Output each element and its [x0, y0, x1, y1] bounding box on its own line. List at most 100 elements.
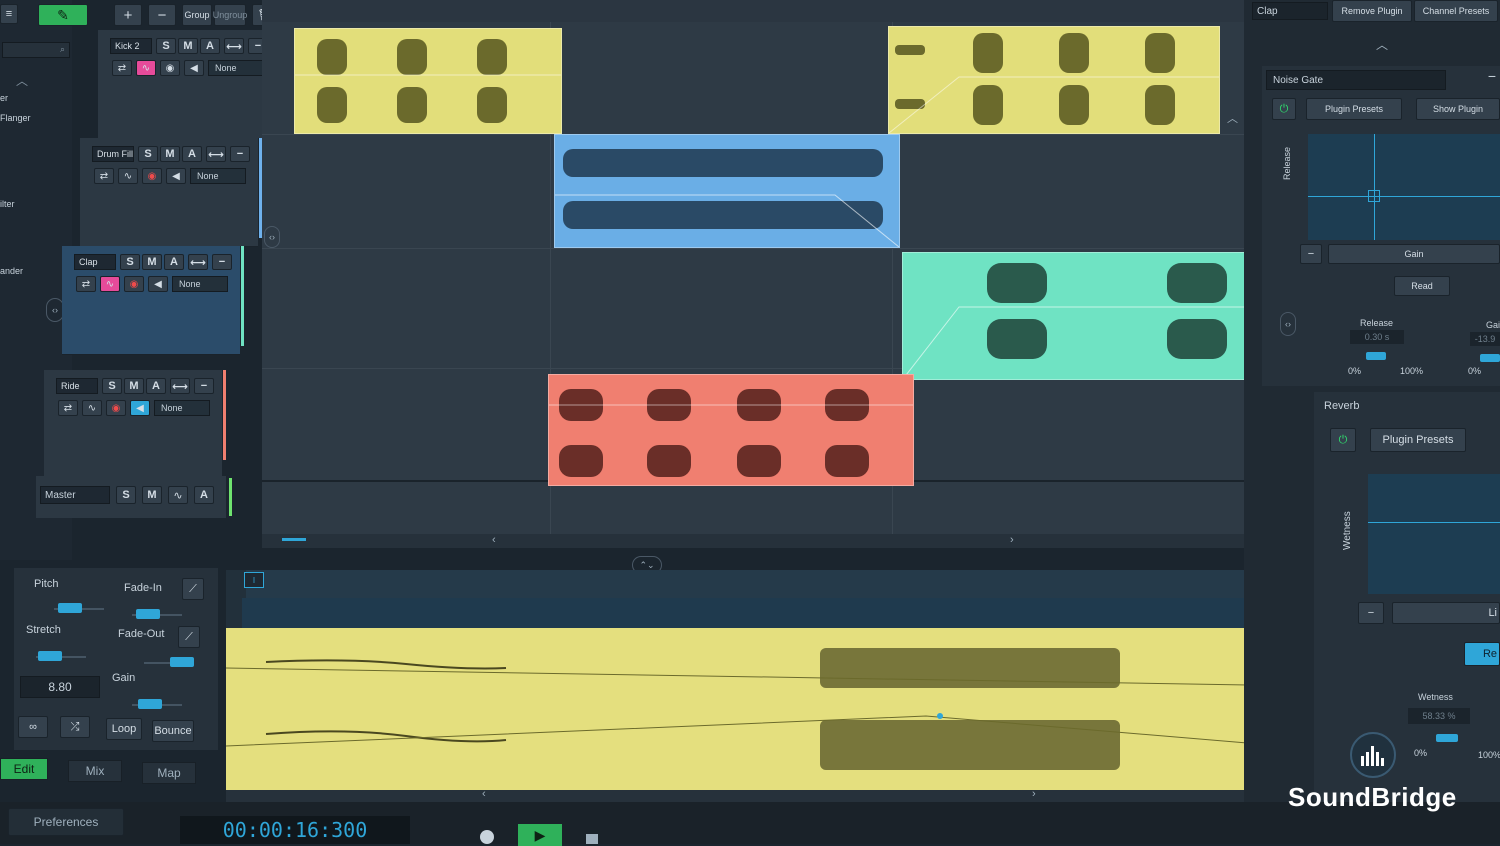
link-icon[interactable]: ∞: [18, 716, 48, 738]
loop-start-marker[interactable]: I: [244, 572, 264, 588]
tab-mix[interactable]: Mix: [68, 760, 122, 782]
track-header[interactable]: Kick 2 S M A ⟷ − ⇄ ∿ ◉ ◀ None: [98, 30, 280, 139]
edit-tool-button[interactable]: ✎: [38, 4, 88, 26]
tab-edit[interactable]: Edit: [0, 758, 48, 780]
input-icon[interactable]: ⇄: [58, 400, 78, 416]
browser-item[interactable]: ilter: [0, 199, 15, 209]
fade-in-curve-icon[interactable]: ⟋: [182, 578, 204, 600]
minimize-icon[interactable]: −: [1358, 602, 1384, 624]
plugin-presets-button[interactable]: Plugin Presets: [1306, 98, 1402, 120]
mute-button[interactable]: M: [178, 38, 198, 54]
monitor-icon[interactable]: ◀: [166, 168, 186, 184]
gain-slider[interactable]: [138, 699, 162, 709]
chevron-up-icon[interactable]: ︿: [1376, 36, 1388, 53]
browser-item[interactable]: Flanger: [0, 113, 31, 123]
fade-out-curve-icon[interactable]: ⟋: [178, 626, 200, 648]
record-arm-icon[interactable]: ◉: [106, 400, 126, 416]
clip-waveform[interactable]: [225, 628, 1307, 800]
timeline-ruler[interactable]: [262, 0, 1282, 22]
chevron-up-icon[interactable]: ︿: [16, 72, 28, 89]
clip-waveform-editor[interactable]: I ‹ › ︿: [225, 570, 1328, 802]
add-track-button[interactable]: +: [114, 4, 142, 26]
route-icon[interactable]: ⟷: [188, 254, 208, 270]
preferences-button[interactable]: Preferences: [8, 808, 124, 836]
scroll-left-icon[interactable]: ‹: [492, 534, 496, 546]
clip-editor-scrollbar[interactable]: ‹ ›: [226, 788, 1308, 802]
scroll-thumb[interactable]: [282, 538, 306, 541]
input-icon[interactable]: ⇄: [76, 276, 96, 292]
audio-clip[interactable]: [888, 26, 1220, 134]
record-arm-icon[interactable]: ◉: [142, 168, 162, 184]
audio-clip[interactable]: [902, 252, 1260, 380]
show-plugin-button[interactable]: Show Plugin: [1416, 98, 1500, 120]
audio-clip[interactable]: [554, 134, 900, 248]
pitch-slider[interactable]: [58, 603, 82, 613]
channel-presets-button[interactable]: Channel Presets: [1414, 0, 1498, 22]
collapse-toggle-icon[interactable]: ‹›: [264, 226, 280, 248]
solo-button[interactable]: S: [120, 254, 140, 270]
chevron-up-icon[interactable]: ︿: [1227, 110, 1238, 126]
track-header[interactable]: Drum Fill S M A ⟷ − ⇄ ∿ ◉ ◀ None: [80, 138, 262, 247]
input-icon[interactable]: ⇄: [112, 60, 132, 76]
output-select[interactable]: None: [190, 168, 246, 184]
master-solo-button[interactable]: S: [116, 486, 136, 504]
bounce-button[interactable]: Bounce: [152, 720, 194, 742]
output-select[interactable]: None: [172, 276, 228, 292]
scroll-right-icon[interactable]: ›: [1010, 534, 1014, 546]
remove-plugin-button[interactable]: Remove Plugin: [1332, 0, 1412, 22]
mute-button[interactable]: M: [124, 378, 144, 394]
minimize-icon[interactable]: −: [212, 254, 232, 270]
automation-mode-button[interactable]: Re: [1464, 642, 1500, 666]
route-icon[interactable]: ⟷: [206, 146, 226, 162]
fade-out-slider[interactable]: [170, 657, 194, 667]
shuffle-icon[interactable]: ⤮: [60, 716, 90, 738]
power-icon[interactable]: ⏻: [1272, 98, 1296, 120]
automation-mode-button[interactable]: Read: [1394, 276, 1450, 296]
route-icon[interactable]: ⟷: [224, 38, 244, 54]
automation-curve-icon[interactable]: ∿: [136, 60, 156, 76]
output-select[interactable]: None: [154, 400, 210, 416]
scroll-left-icon[interactable]: ‹: [482, 788, 486, 800]
xy-pad[interactable]: [1368, 474, 1500, 594]
group-button[interactable]: Group: [182, 4, 212, 26]
automation-curve-icon[interactable]: ∿: [82, 400, 102, 416]
record-arm-icon[interactable]: ◉: [124, 276, 144, 292]
monitor-icon[interactable]: ◀: [130, 400, 150, 416]
master-automation-button[interactable]: A: [194, 486, 214, 504]
gain-value[interactable]: -13.9: [1470, 332, 1500, 346]
master-mute-button[interactable]: M: [142, 486, 162, 504]
play-icon[interactable]: ▶: [518, 824, 562, 846]
input-icon[interactable]: ⇄: [94, 168, 114, 184]
audio-clip[interactable]: [294, 28, 562, 134]
scroll-right-icon[interactable]: ›: [1032, 788, 1036, 800]
clip-editor-ruler[interactable]: [246, 570, 1306, 598]
channel-name-field[interactable]: Clap: [1252, 2, 1328, 20]
stretch-slider[interactable]: [38, 651, 62, 661]
minimize-icon[interactable]: −: [230, 146, 250, 162]
minimize-icon[interactable]: −: [1300, 244, 1322, 264]
browser-menu-button[interactable]: ≡: [0, 4, 18, 24]
track-name[interactable]: Kick 2: [110, 38, 152, 54]
track-header[interactable]: Ride S M A ⟷ − ⇄ ∿ ◉ ◀ None: [44, 370, 226, 479]
wetness-value[interactable]: 58.33 %: [1408, 708, 1470, 724]
mute-button[interactable]: M: [160, 146, 180, 162]
automation-button[interactable]: A: [200, 38, 220, 54]
arrangement-view[interactable]: ‹› ⌄ ︿ ‹ ›: [262, 0, 1282, 548]
record-icon[interactable]: [480, 830, 494, 844]
solo-button[interactable]: S: [102, 378, 122, 394]
browser-item[interactable]: er: [0, 93, 8, 103]
monitor-icon[interactable]: ◀: [148, 276, 168, 292]
automation-button[interactable]: A: [146, 378, 166, 394]
release-value[interactable]: 0.30 s: [1350, 330, 1404, 344]
track-name[interactable]: Ride: [56, 378, 98, 394]
xy-handle[interactable]: [1368, 190, 1380, 202]
automation-button[interactable]: A: [182, 146, 202, 162]
loop-button[interactable]: Loop: [106, 718, 142, 740]
automation-button[interactable]: A: [164, 254, 184, 270]
horizontal-scrollbar[interactable]: ‹ ›: [262, 534, 1282, 548]
mute-button[interactable]: M: [142, 254, 162, 270]
route-icon[interactable]: ⟷: [170, 378, 190, 394]
stop-icon[interactable]: [586, 834, 598, 844]
wetness-slider[interactable]: [1436, 734, 1458, 742]
stretch-value-field[interactable]: 8.80: [20, 676, 100, 698]
